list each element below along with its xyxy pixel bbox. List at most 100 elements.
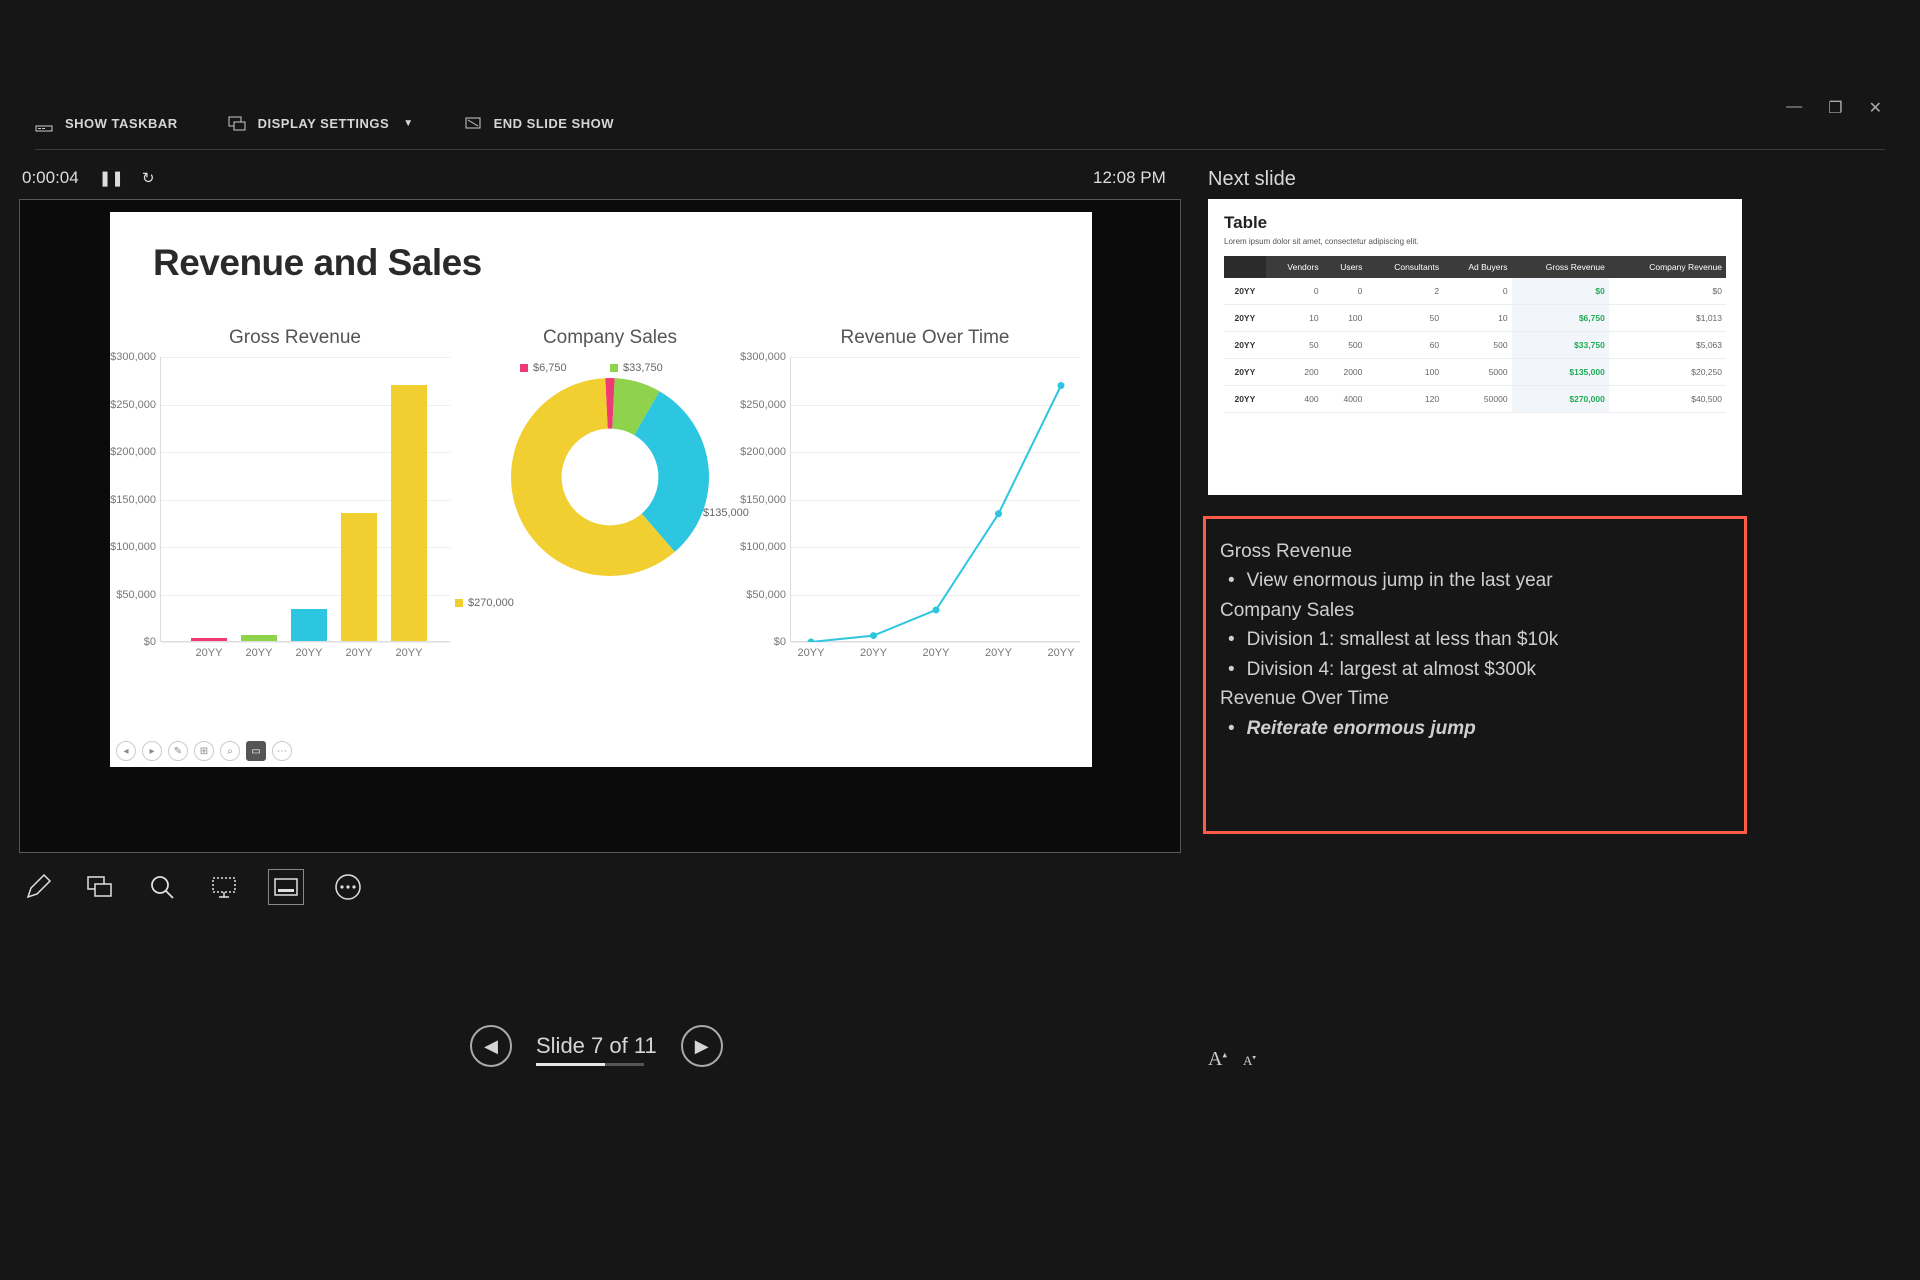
line-xlabel: 20YY [791,647,831,659]
bar [241,635,277,641]
bar-xlabel: 20YY [189,647,229,659]
black-screen-button[interactable] [206,869,242,905]
next-slide-heading: Next slide [1208,168,1296,191]
legend-swatch-yellow [455,599,463,607]
pen-tool-button[interactable] [20,869,56,905]
see-all-slides-button[interactable] [82,869,118,905]
mini-allslides-icon[interactable]: ⊞ [194,741,214,761]
table-header [1224,256,1266,278]
bar-xlabel: 20YY [339,647,379,659]
table-row: 20YY101005010$6,750$1,013 [1224,305,1726,332]
current-slide-frame: Revenue and Sales Gross Revenue $0$50,00… [19,199,1181,853]
display-settings-label: DISPLAY SETTINGS [258,116,390,131]
show-taskbar-label: SHOW TASKBAR [65,116,178,131]
current-slide[interactable]: Revenue and Sales Gross Revenue $0$50,00… [110,212,1092,767]
next-slide-button[interactable]: ▶ [681,1025,723,1067]
line-xlabel: 20YY [1041,647,1081,659]
line-ytick: $200,000 [721,446,791,458]
display-settings-icon [228,115,246,133]
bar-ytick: $50,000 [91,589,161,601]
mini-prev-icon[interactable]: ◂ [116,741,136,761]
line-ytick: $250,000 [721,399,791,411]
notes-line: View enormous jump in the last year [1220,566,1730,595]
increase-font-button[interactable]: A▴ [1208,1048,1227,1071]
slide-title: Revenue and Sales [153,242,482,284]
more-options-button[interactable] [330,869,366,905]
current-time: 12:08 PM [1093,168,1166,188]
bar [341,513,377,641]
bar-ytick: $100,000 [91,541,161,553]
mini-more-icon[interactable]: ⋯ [272,741,292,761]
slide-navigation: ◀ Slide 7 of 11 ▶ [470,1025,723,1067]
bar-chart-title: Gross Revenue [140,327,450,349]
table-row: 20YY400400012050000$270,000$40,500 [1224,386,1726,413]
bar-ytick: $200,000 [91,446,161,458]
line-xlabel: 20YY [916,647,956,659]
line-xlabel: 20YY [854,647,894,659]
table-header: Consultants [1366,256,1443,278]
table-row: 20YY20020001005000$135,000$20,250 [1224,359,1726,386]
bar [291,609,327,641]
end-show-icon [464,115,482,133]
next-slide-table: VendorsUsersConsultantsAd BuyersGross Re… [1224,256,1726,413]
table-header: Company Revenue [1609,256,1726,278]
mini-pen-icon[interactable]: ✎ [168,741,188,761]
line-ytick: $150,000 [721,494,791,506]
slide-mini-controls: ◂ ▸ ✎ ⊞ ⌕ ▭ ⋯ [116,741,292,761]
prev-slide-button[interactable]: ◀ [470,1025,512,1067]
company-sales-chart: Company Sales $6,750 $33,750 $270,000 $1… [460,327,760,587]
notes-line: Reiterate enormous jump [1220,714,1730,743]
presenter-toolbar: SHOW TASKBAR DISPLAY SETTINGS ▼ END SLID… [35,98,1885,150]
bar-xlabel: 20YY [289,647,329,659]
bar-xlabel: 20YY [239,647,279,659]
table-row: 20YY5050060500$33,750$5,063 [1224,332,1726,359]
slide-progress-bar [536,1063,644,1066]
notes-line: Revenue Over Time [1220,684,1730,713]
subtitle-toggle-button[interactable] [268,869,304,905]
notes-line: Company Sales [1220,596,1730,625]
show-taskbar-button[interactable]: SHOW TASKBAR [35,115,178,133]
zoom-button[interactable] [144,869,180,905]
display-settings-button[interactable]: DISPLAY SETTINGS ▼ [228,115,414,133]
chevron-down-icon: ▼ [403,118,413,129]
line-ytick: $50,000 [721,589,791,601]
table-header: Ad Buyers [1443,256,1511,278]
line-ytick: $0 [721,636,791,648]
mini-subtitle-icon[interactable]: ▭ [246,741,266,761]
line-xlabel: 20YY [979,647,1019,659]
notes-line: Division 4: largest at almost $300k [1220,655,1730,684]
mini-next-icon[interactable]: ▸ [142,741,162,761]
reset-timer-button[interactable]: ↻ [142,169,155,187]
next-slide-thumbnail[interactable]: Table Lorem ipsum dolor sit amet, consec… [1208,199,1742,495]
legend-label-cyan: $135,000 [703,507,749,519]
donut-svg [500,367,720,587]
slide-position-label: Slide 7 of 11 [536,1033,657,1058]
table-header: Users [1323,256,1367,278]
line-ytick: $100,000 [721,541,791,553]
notes-line: Division 1: smallest at less than $10k [1220,625,1730,654]
bar-ytick: $250,000 [91,399,161,411]
speaker-notes-panel[interactable]: Gross RevenueView enormous jump in the l… [1203,516,1747,834]
end-slideshow-button[interactable]: END SLIDE SHOW [464,115,614,133]
table-row: 20YY0020$0$0 [1224,278,1726,305]
taskbar-icon [35,115,53,133]
line-chart-title: Revenue Over Time [770,327,1080,349]
bar-ytick: $300,000 [91,351,161,363]
donut-chart-title: Company Sales [460,327,760,349]
table-header: Gross Revenue [1512,256,1609,278]
revenue-over-time-chart: Revenue Over Time $0$50,000$100,000$150,… [770,327,1080,642]
pause-timer-button[interactable]: ❚❚ [99,169,124,187]
mini-zoom-icon[interactable]: ⌕ [220,741,240,761]
line-ytick: $300,000 [721,351,791,363]
end-slideshow-label: END SLIDE SHOW [494,116,614,131]
bar-ytick: $0 [91,636,161,648]
presenter-tools [20,869,366,905]
next-slide-title: Table [1224,213,1726,233]
next-slide-subtitle: Lorem ipsum dolor sit amet, consectetur … [1224,237,1726,246]
decrease-font-button[interactable]: A▾ [1243,1053,1256,1069]
notes-font-size-controls: A▴ A▾ [1208,1048,1256,1071]
table-header: Vendors [1266,256,1323,278]
bar-xlabel: 20YY [389,647,429,659]
bar [191,638,227,641]
gross-revenue-chart: Gross Revenue $0$50,000$100,000$150,000$… [140,327,450,642]
